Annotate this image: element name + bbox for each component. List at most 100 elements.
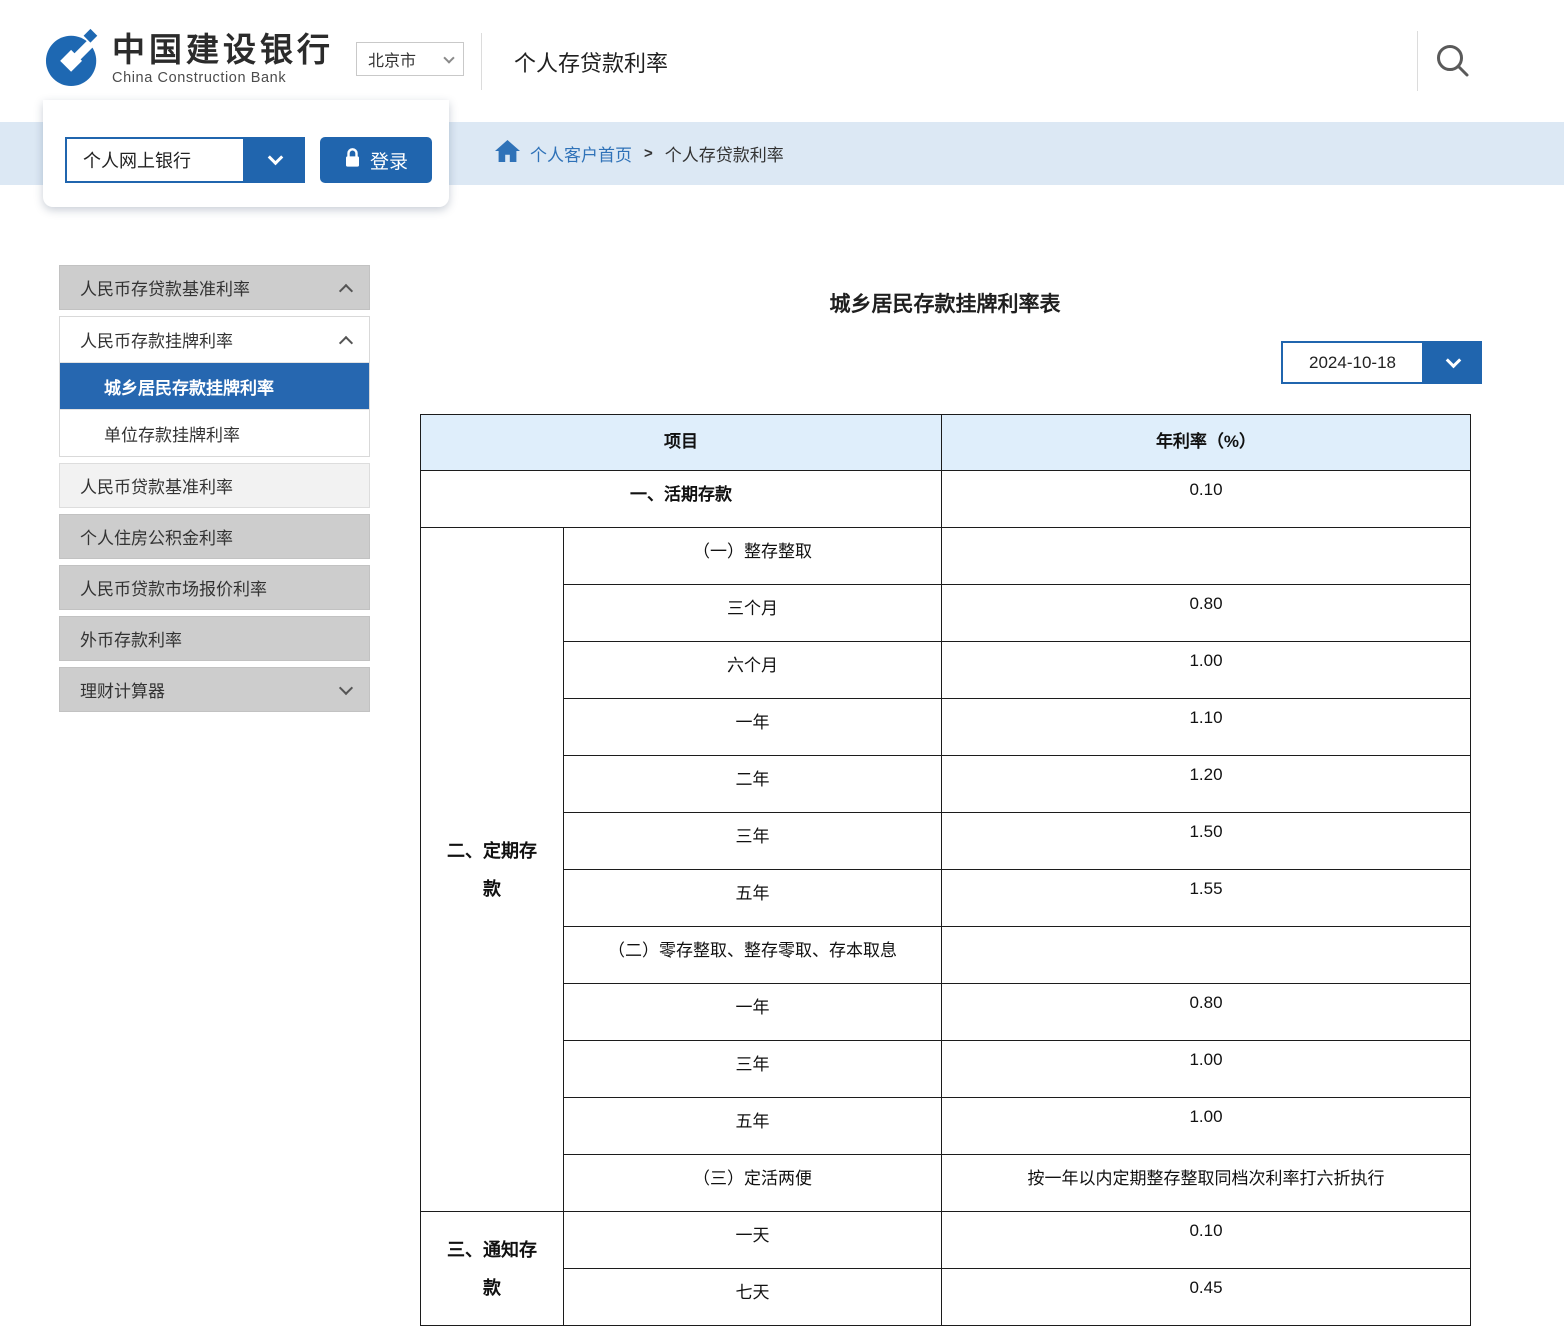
- table-row: 三个月0.80: [421, 585, 1471, 642]
- item-cell: 一年: [564, 984, 942, 1041]
- rate-table-body: 一、活期存款0.10二、定期存款（一）整存整取三个月0.80六个月1.00一年1…: [421, 471, 1471, 1326]
- group-cell-notice-deposit: 三、通知存款: [421, 1212, 564, 1326]
- item-cell: （二）零存整取、整存零取、存本取息: [564, 927, 942, 984]
- sidebar-item-label: 人民币存款挂牌利率: [80, 327, 233, 352]
- sidebar-item-foreign-currency-deposit[interactable]: 外币存款利率: [59, 616, 370, 661]
- table-row: 五年1.00: [421, 1098, 1471, 1155]
- sidebar-item-finance-calculator[interactable]: 理财计算器: [59, 667, 370, 712]
- rate-cell: [942, 528, 1471, 585]
- sidebar-item-resident-deposit-rates[interactable]: 城乡居民存款挂牌利率: [60, 362, 369, 409]
- column-header-item: 项目: [421, 415, 942, 471]
- region-select[interactable]: 北京市: [356, 42, 464, 76]
- sidebar-item-rmb-benchmark-deposit-loan[interactable]: 人民币存贷款基准利率: [59, 265, 370, 310]
- chevron-up-icon: [339, 335, 353, 349]
- sidebar-item-label: 城乡居民存款挂牌利率: [104, 374, 274, 399]
- chevron-down-icon: [267, 150, 283, 166]
- ccb-logo: 中国建设银行 China Construction Bank: [45, 26, 334, 93]
- breadcrumb-home-link[interactable]: 个人客户首页: [494, 139, 632, 168]
- search-button[interactable]: [1430, 40, 1476, 86]
- breadcrumb-home-label: 个人客户首页: [530, 141, 632, 166]
- breadcrumb-current: 个人存贷款利率: [665, 141, 784, 166]
- login-button[interactable]: 登录: [320, 137, 432, 183]
- rate-cell: 0.45: [942, 1269, 1471, 1326]
- sidebar-item-label: 个人住房公积金利率: [80, 524, 233, 549]
- table-row: 一年1.10: [421, 699, 1471, 756]
- brand-name-en: China Construction Bank: [112, 70, 334, 86]
- rate-cell: 1.10: [942, 699, 1471, 756]
- breadcrumb: 个人客户首页 > 个人存贷款利率: [494, 122, 784, 185]
- table-row: 二年1.20: [421, 756, 1471, 813]
- column-header-rate: 年利率（%）: [942, 415, 1471, 471]
- item-cell: 三年: [564, 1041, 942, 1098]
- table-row: 二、定期存款（一）整存整取: [421, 528, 1471, 585]
- rate-cell: 按一年以内定期整存整取同档次利率打六折执行: [942, 1155, 1471, 1212]
- sidebar-item-label: 人民币贷款基准利率: [80, 473, 233, 498]
- sidebar-item-label: 理财计算器: [80, 677, 165, 702]
- rate-cell: 1.55: [942, 870, 1471, 927]
- table-row: 一、活期存款0.10: [421, 471, 1471, 528]
- rate-cell: [942, 927, 1471, 984]
- rate-cell: 1.00: [942, 642, 1471, 699]
- item-cell: 三个月: [564, 585, 942, 642]
- table-row: 三、通知存款一天0.10: [421, 1212, 1471, 1269]
- chevron-down-icon: [443, 52, 454, 63]
- sidebar-item-rmb-benchmark-loan[interactable]: 人民币贷款基准利率: [59, 463, 370, 508]
- chevron-up-icon: [339, 283, 353, 297]
- channel-select[interactable]: 个人网上银行: [65, 137, 305, 183]
- lock-icon: [344, 147, 361, 174]
- rate-cell: 1.00: [942, 1041, 1471, 1098]
- sidebar-item-housing-fund-rates[interactable]: 个人住房公积金利率: [59, 514, 370, 559]
- sidebar-item-corporate-deposit-rates[interactable]: 单位存款挂牌利率: [60, 409, 369, 456]
- table-row: 五年1.55: [421, 870, 1471, 927]
- group-cell-time-deposit: 二、定期存款: [421, 528, 564, 1212]
- chevron-down-icon: [1445, 352, 1461, 368]
- item-cell: 一、活期存款: [421, 471, 942, 528]
- sidebar-item-label: 人民币贷款市场报价利率: [80, 575, 267, 600]
- login-panel: 个人网上银行 登录: [43, 100, 449, 207]
- item-cell: 六个月: [564, 642, 942, 699]
- page: 中国建设银行 China Construction Bank 北京市 个人存贷款…: [0, 0, 1564, 1340]
- login-button-label: 登录: [370, 147, 408, 174]
- sidebar-item-rmb-listed-deposit[interactable]: 人民币存款挂牌利率: [60, 317, 369, 362]
- sidebar-item-label: 单位存款挂牌利率: [104, 421, 240, 446]
- rate-cell: 0.80: [942, 585, 1471, 642]
- table-header-row: 项目 年利率（%）: [421, 415, 1471, 471]
- item-cell: 七天: [564, 1269, 942, 1326]
- sidebar-item-label: 人民币存贷款基准利率: [80, 275, 250, 300]
- ccb-logo-icon: [45, 26, 103, 93]
- search-icon: [1433, 42, 1473, 85]
- table-row: 三年1.50: [421, 813, 1471, 870]
- breadcrumb-separator: >: [644, 145, 653, 162]
- sidebar-group-rmb-listed-deposit: 人民币存款挂牌利率 城乡居民存款挂牌利率 单位存款挂牌利率: [59, 316, 370, 457]
- header-divider: [481, 33, 482, 90]
- chevron-down-icon: [339, 680, 353, 694]
- rate-cell: 0.10: [942, 471, 1471, 528]
- sidebar-item-lpr[interactable]: 人民币贷款市场报价利率: [59, 565, 370, 610]
- item-cell: 三年: [564, 813, 942, 870]
- item-cell: （三）定活两便: [564, 1155, 942, 1212]
- region-select-value: 北京市: [368, 47, 416, 71]
- item-cell: 二年: [564, 756, 942, 813]
- table-row: （三）定活两便按一年以内定期整存整取同档次利率打六折执行: [421, 1155, 1471, 1212]
- item-cell: 一年: [564, 699, 942, 756]
- table-row: 一年0.80: [421, 984, 1471, 1041]
- brand-name-cn: 中国建设银行: [112, 32, 334, 68]
- date-select[interactable]: 2024-10-18: [1281, 341, 1482, 384]
- channel-select-dropdown-button[interactable]: [245, 137, 305, 183]
- rate-cell: 1.00: [942, 1098, 1471, 1155]
- rate-cell: 0.10: [942, 1212, 1471, 1269]
- rate-cell: 0.80: [942, 984, 1471, 1041]
- item-cell: 五年: [564, 1098, 942, 1155]
- rate-cell: 1.50: [942, 813, 1471, 870]
- logo-text: 中国建设银行 China Construction Bank: [112, 26, 334, 86]
- item-cell: （一）整存整取: [564, 528, 942, 585]
- page-title: 个人存贷款利率: [514, 46, 668, 78]
- table-row: 七天0.45: [421, 1269, 1471, 1326]
- date-select-dropdown-button[interactable]: [1424, 341, 1482, 384]
- sidebar-item-label: 外币存款利率: [80, 626, 182, 651]
- home-icon: [494, 139, 521, 168]
- rate-cell: 1.20: [942, 756, 1471, 813]
- table-row: 六个月1.00: [421, 642, 1471, 699]
- table-row: （二）零存整取、整存零取、存本取息: [421, 927, 1471, 984]
- header-divider: [1417, 31, 1418, 91]
